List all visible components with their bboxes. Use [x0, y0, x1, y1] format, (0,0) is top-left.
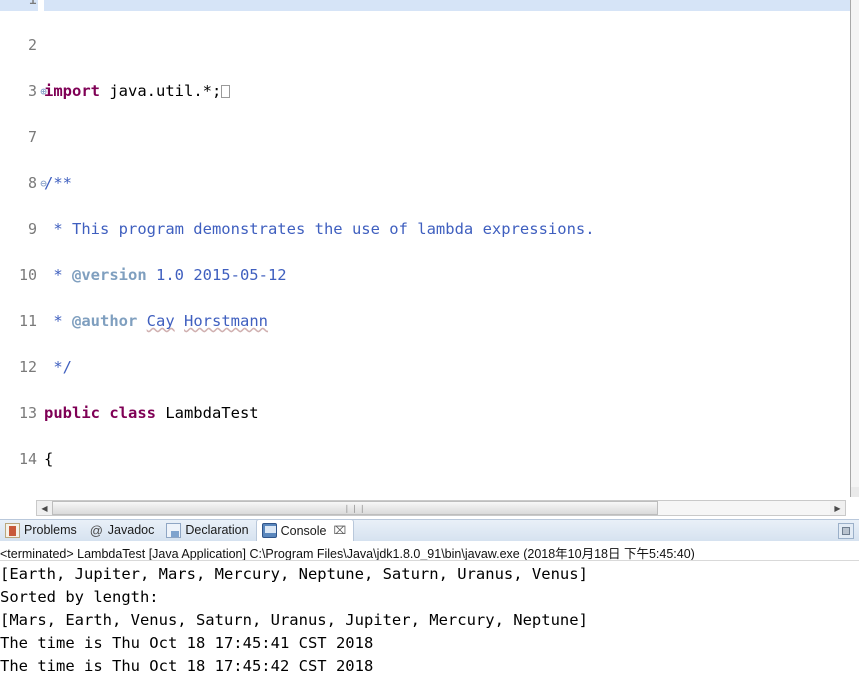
code-token: public class: [44, 404, 156, 422]
code-line[interactable]: 2: [0, 34, 859, 57]
code-token: Horstmann: [184, 312, 269, 330]
code-token: Cay: [146, 312, 175, 330]
code-token: @version: [72, 266, 147, 284]
console-icon: [261, 523, 277, 538]
line-number: 11: [0, 310, 38, 333]
code-token: */: [44, 358, 72, 376]
code-line[interactable]: 7: [0, 126, 859, 149]
hscroll-left-arrow[interactable]: ◀: [37, 501, 52, 515]
code-token: * This program demonstrates the use of l…: [44, 220, 595, 238]
line-number: 8: [0, 172, 38, 195]
problems-icon: [5, 522, 20, 538]
hscroll-grip: ❘❘❘: [343, 503, 367, 513]
code-editor[interactable]: 123⊕import java.util.*;78⊖/**9 * This pr…: [0, 0, 859, 497]
code-line-text: {: [44, 448, 859, 471]
code-line[interactable]: 13 public class LambdaTest: [0, 402, 859, 425]
code-line[interactable]: 1: [0, 0, 859, 11]
code-line[interactable]: 9 * This program demonstrates the use of…: [0, 218, 859, 241]
at-icon: @: [89, 522, 103, 538]
code-line-text: * @version 1.0 2015-05-12: [44, 264, 859, 287]
line-number: 13: [0, 402, 38, 425]
code-line-text: * @author Cay Horstmann: [44, 310, 859, 333]
declaration-icon: [166, 522, 182, 538]
code-line[interactable]: 8 ⊖/**: [0, 172, 859, 195]
code-token: {: [44, 450, 54, 468]
code-token: *: [44, 312, 72, 330]
code-token: *: [44, 266, 72, 284]
console-launch-status: <terminated> LambdaTest [Java Applicatio…: [0, 541, 859, 561]
editor-horizontal-scrollbar[interactable]: ◀ ❘❘❘ ▶: [36, 500, 846, 516]
code-token: 1.0 2015-05-12: [146, 266, 287, 284]
close-icon[interactable]: ⌧: [333, 524, 346, 537]
hscroll-thumb[interactable]: ❘❘❘: [52, 501, 658, 515]
code-token: LambdaTest: [155, 404, 259, 422]
tab-label: Declaration: [185, 523, 249, 537]
code-token: import: [44, 82, 100, 100]
maximize-button[interactable]: [838, 523, 854, 539]
code-line-text: [44, 0, 859, 11]
code-line-text: */: [44, 356, 859, 379]
hscroll-track[interactable]: ❘❘❘: [52, 501, 830, 515]
line-number: 10: [0, 264, 38, 287]
tab-declaration[interactable]: Declaration: [161, 519, 255, 541]
code-token: java.util.*;: [100, 82, 222, 100]
line-number: 7: [0, 126, 38, 149]
code-line-text: public class LambdaTest: [44, 402, 859, 425]
editor-vertical-scrollbar[interactable]: [851, 0, 859, 497]
tab-label: Javadoc: [107, 523, 155, 537]
vscroll-down-arrow[interactable]: [851, 487, 859, 497]
code-line[interactable]: 14 {: [0, 448, 859, 471]
maximize-icon: [842, 527, 850, 535]
code-line-text: /**: [44, 172, 859, 195]
code-line-text: import java.util.*;: [44, 80, 859, 103]
console-output-line: The time is Thu Oct 18 17:45:41 CST 2018: [0, 634, 374, 652]
console-output-line: Sorted by length:: [0, 588, 159, 606]
line-number: 1: [0, 0, 38, 11]
console-output-line: The time is Thu Oct 18 17:45:42 CST 2018: [0, 657, 374, 675]
line-number: 3: [0, 80, 38, 103]
code-line-text: * This program demonstrates the use of l…: [44, 218, 859, 241]
line-number: 14: [0, 448, 38, 471]
editor-horizontal-scrollbar-area: ◀ ❘❘❘ ▶: [0, 497, 859, 519]
console-output[interactable]: [Earth, Jupiter, Mars, Mercury, Neptune,…: [0, 561, 859, 678]
code-line-text: [44, 34, 859, 57]
eclipse-ide-window: 123⊕import java.util.*;78⊖/**9 * This pr…: [0, 0, 859, 699]
code-line[interactable]: 12 */: [0, 356, 859, 379]
view-tab-bar: Problems @ Javadoc Declaration Console ⌧: [0, 519, 859, 541]
code-line[interactable]: 10 * @version 1.0 2015-05-12: [0, 264, 859, 287]
console-output-line: [Mars, Earth, Venus, Saturn, Uranus, Jup…: [0, 611, 588, 629]
bottom-view-panel: Problems @ Javadoc Declaration Console ⌧ <ter…: [0, 519, 859, 699]
code-token: @author: [72, 312, 138, 330]
hscroll-right-arrow[interactable]: ▶: [830, 501, 845, 515]
tab-label: Console: [280, 523, 327, 538]
code-line[interactable]: 11 * @author Cay Horstmann: [0, 310, 859, 333]
tab-label: Problems: [24, 523, 77, 537]
line-number: 12: [0, 356, 38, 379]
tab-javadoc[interactable]: @ Javadoc: [84, 519, 162, 541]
code-token: /**: [44, 174, 72, 192]
code-line-text: [44, 126, 859, 149]
tab-problems[interactable]: Problems: [0, 519, 84, 541]
line-number: 9: [0, 218, 38, 241]
console-output-line: [Earth, Jupiter, Mars, Mercury, Neptune,…: [0, 565, 588, 583]
text-caret: [221, 85, 231, 98]
code-line[interactable]: 3 ⊕ import java.util.*;: [0, 80, 859, 103]
line-number: 2: [0, 34, 38, 57]
code-editor-lines: 123⊕import java.util.*;78⊖/**9 * This pr…: [0, 0, 859, 497]
tab-console[interactable]: Console ⌧: [255, 519, 355, 541]
